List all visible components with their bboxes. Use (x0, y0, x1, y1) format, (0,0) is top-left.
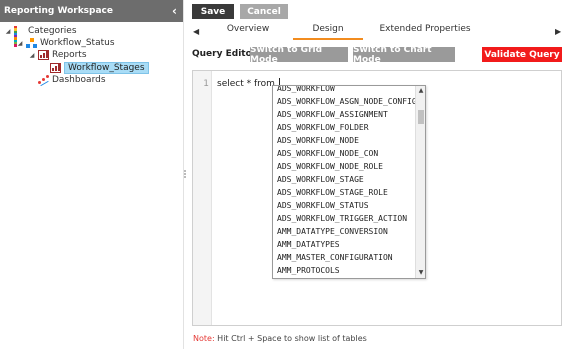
panel-title: Reporting Workspace (4, 6, 113, 16)
query-editor-label: Query Editor (192, 49, 257, 59)
panel-header: Reporting Workspace ‹ (0, 0, 183, 22)
line-number: 1 (203, 79, 209, 89)
tree-node-workflow-status[interactable]: ◢ Workflow_Status (0, 37, 183, 49)
table-autocomplete-list[interactable]: ADS_WORKFLOW ADS_WORKFLOW_ASGN_NODE_CONFI… (272, 85, 426, 279)
tree-node-dashboards[interactable]: Dashboards (0, 74, 183, 87)
tab-strip: ◀ Overview Design Extended Properties ▶ (190, 21, 564, 43)
save-button[interactable]: Save (192, 4, 234, 19)
query-text-content: select * from (217, 79, 278, 89)
expand-toggle-icon[interactable]: ◢ (28, 52, 36, 59)
workspace-tree: ◢ Categories ◢ Workflow_Status ◢ Reports… (0, 22, 183, 87)
autocomplete-item[interactable]: ADS_WORKFLOW_TRIGGER_ACTION (277, 212, 417, 225)
tree-node-categories[interactable]: ◢ Categories (0, 25, 183, 47)
scrollbar-thumb[interactable] (418, 110, 424, 124)
note-text: Hit Ctrl + Space to show list of tables (214, 334, 367, 343)
autocomplete-item[interactable]: ADS_WORKFLOW_FOLDER (277, 121, 417, 134)
tab-overview[interactable]: Overview (218, 24, 278, 40)
autocomplete-item[interactable]: AMM_MASTER_CONFIGURATION (277, 251, 417, 264)
expand-toggle-icon[interactable]: ◢ (4, 28, 12, 35)
tree-node-label: Workflow_Status (40, 38, 115, 48)
autocomplete-scrollbar[interactable]: ▲ ▼ (415, 86, 425, 278)
splitter-grip-icon[interactable] (183, 169, 187, 183)
tree-node-workflow-stages[interactable]: Workflow_Stages (0, 61, 183, 74)
tree-node-label: Dashboards (52, 75, 106, 85)
autocomplete-item[interactable]: ADS_WORKFLOW_NODE_CON (277, 147, 417, 160)
query-editor-toolbar: Query Editor Switch to Grid Mode Switch … (190, 45, 564, 65)
note-label: Note: (193, 334, 215, 343)
report-designer: Save Cancel ◀ Overview Design Extended P… (190, 0, 564, 349)
scroll-up-icon[interactable]: ▲ (416, 86, 425, 96)
autocomplete-item[interactable]: ADS_WORKFLOW_ASGN_NODE_CONFIG (277, 95, 417, 108)
tab-scroll-left-icon[interactable]: ◀ (193, 27, 199, 36)
query-text[interactable]: select * from (217, 78, 280, 89)
autocomplete-item[interactable]: ADS_WORKFLOW_NODE_ROLE (277, 160, 417, 173)
scroll-down-icon[interactable]: ▼ (416, 268, 425, 278)
hint-note: Note: Hit Ctrl + Space to show list of t… (193, 334, 367, 343)
validate-query-button[interactable]: Validate Query (482, 47, 562, 62)
autocomplete-item[interactable]: ADS_WORKFLOW_STAGE_ROLE (277, 186, 417, 199)
tab-scroll-right-icon[interactable]: ▶ (555, 27, 561, 36)
switch-to-chart-mode-button[interactable]: Switch to Chart Mode (353, 45, 455, 65)
autocomplete-item[interactable]: ADS_WORKFLOW_STAGE (277, 173, 417, 186)
autocomplete-item[interactable]: ADS_WORKFLOW_STATUS (277, 199, 417, 212)
dashboard-icon (38, 75, 49, 87)
autocomplete-item[interactable]: ADS_WORKFLOW_NODE (277, 134, 417, 147)
tree-node-label: Categories (28, 26, 77, 36)
autocomplete-item[interactable]: AMM_PROTOCOLS (277, 264, 417, 277)
autocomplete-item[interactable]: AMM_DATATYPE_CONVERSION (277, 225, 417, 238)
cancel-button[interactable]: Cancel (240, 4, 288, 19)
autocomplete-item[interactable]: ADS_WORKFLOW (277, 86, 417, 95)
workflow-icon (26, 38, 37, 48)
tab-design[interactable]: Design (293, 24, 363, 40)
expand-toggle-icon[interactable]: ◢ (16, 40, 24, 47)
categories-grid-icon (14, 26, 25, 47)
tab-extended-properties[interactable]: Extended Properties (375, 24, 475, 40)
autocomplete-item[interactable]: ADS_WORKFLOW_ASSIGNMENT (277, 108, 417, 121)
switch-to-grid-mode-button[interactable]: Switch to Grid Mode (250, 45, 348, 65)
tree-node-label: Workflow_Stages (64, 61, 149, 74)
report-chart-icon (50, 62, 61, 73)
collapse-panel-icon[interactable]: ‹ (172, 5, 177, 17)
line-number-gutter: 1 (193, 71, 212, 325)
autocomplete-item[interactable]: AMM_DATATYPES (277, 238, 417, 251)
reporting-workspace-panel: Reporting Workspace ‹ ◢ Categories ◢ Wor… (0, 0, 183, 349)
tree-node-reports[interactable]: ◢ Reports (0, 49, 183, 61)
tree-node-label: Reports (52, 50, 87, 60)
report-chart-icon (38, 50, 49, 60)
